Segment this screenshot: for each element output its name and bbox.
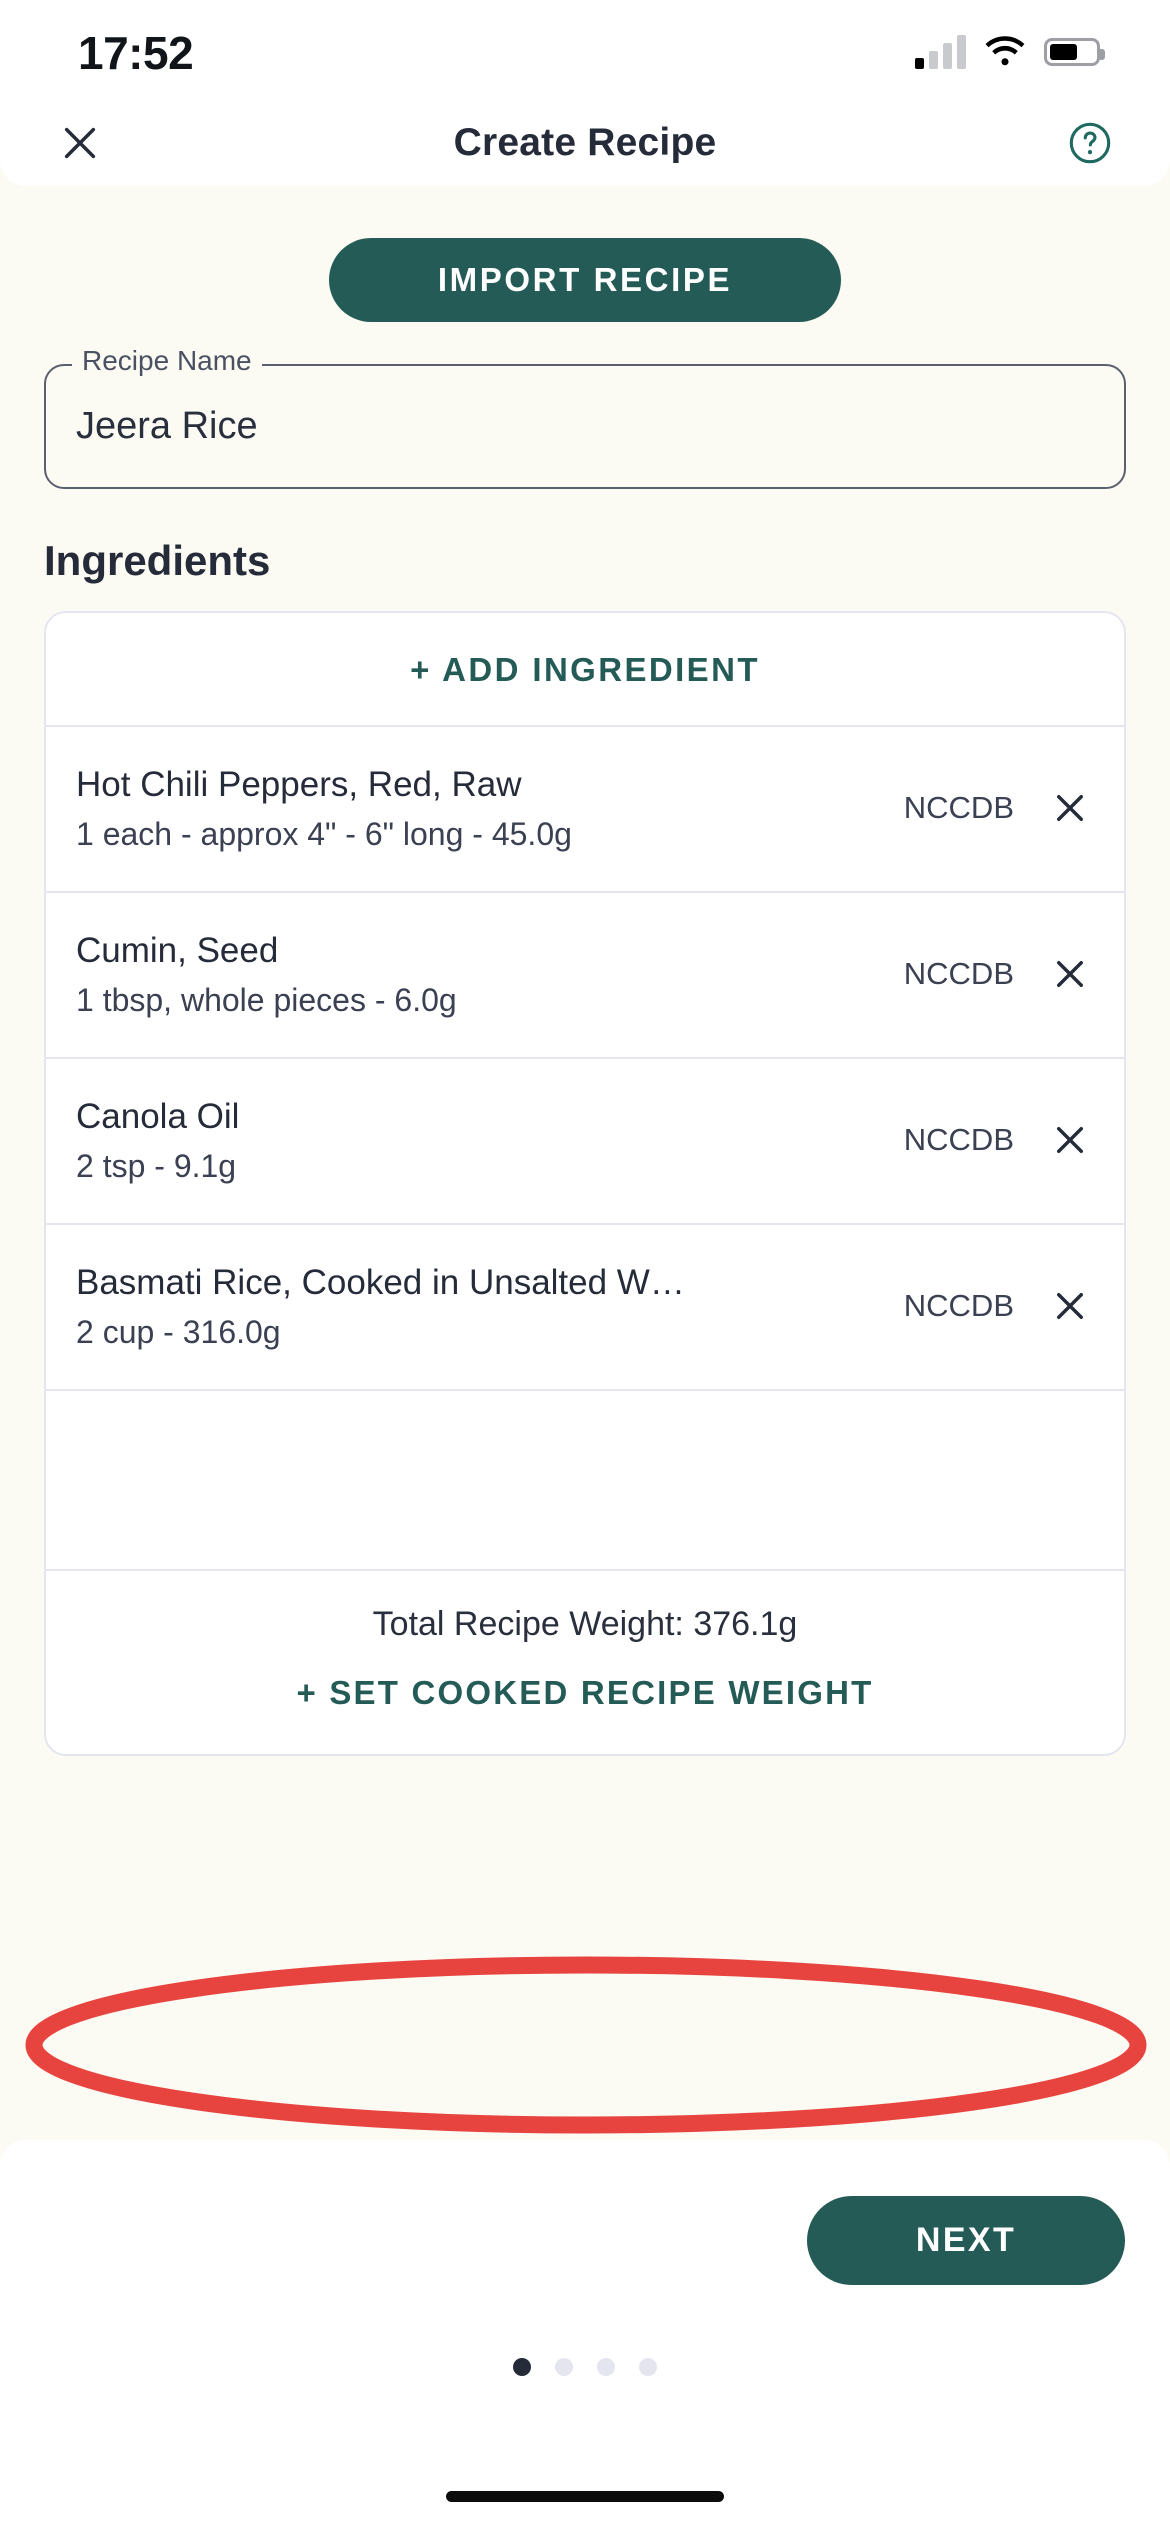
recipe-name-field[interactable]: Jeera Rice Recipe Name	[44, 345, 1126, 489]
status-bar: 17:52	[0, 0, 1170, 100]
remove-ingredient-button[interactable]	[1044, 1114, 1096, 1166]
ingredient-source: NCCDB	[903, 1288, 1014, 1323]
ingredient-detail: 2 cup - 316.0g	[76, 1313, 281, 1350]
ingredient-info: Canola Oil 2 tsp - 9.1g	[76, 1095, 904, 1185]
remove-ingredient-button[interactable]	[1044, 948, 1096, 1000]
ingredient-name: Canola Oil	[76, 1097, 240, 1137]
page-dot-4[interactable]	[639, 2358, 657, 2376]
close-icon	[1057, 1127, 1083, 1153]
page-title: Create Recipe	[453, 121, 717, 164]
home-indicator[interactable]	[446, 2491, 724, 2502]
ingredients-heading: Ingredients	[44, 537, 271, 584]
ingredient-info: Cumin, Seed 1 tbsp, whole pieces - 6.0g	[76, 929, 904, 1019]
next-button[interactable]: NEXT	[807, 2196, 1125, 2285]
battery-icon	[1044, 38, 1105, 66]
ingredient-info: Basmati Rice, Cooked in Unsalted W… 2 cu…	[76, 1261, 904, 1351]
close-button[interactable]	[48, 111, 112, 175]
ingredient-source: NCCDB	[903, 1122, 1014, 1157]
close-icon	[1057, 795, 1083, 821]
recipe-name-label: Recipe Name	[72, 345, 262, 377]
import-recipe-button[interactable]: IMPORT RECIPE	[329, 238, 841, 322]
recipe-name-input[interactable]: Jeera Rice	[44, 364, 1126, 489]
close-icon	[1057, 1293, 1083, 1319]
status-bar-indicators	[915, 35, 1105, 69]
app-bar: Create Recipe	[0, 100, 1170, 186]
help-button[interactable]	[1058, 111, 1122, 175]
total-recipe-weight: Total Recipe Weight: 376.1g	[46, 1571, 1124, 1644]
close-icon	[64, 127, 96, 159]
wifi-icon	[984, 36, 1026, 68]
cellular-signal-icon	[915, 35, 966, 69]
phone-screen: 17:52 Create Recipe IMPORT RECIPE Jeera …	[0, 0, 1170, 2532]
ingredients-empty-space	[46, 1391, 1124, 1571]
recipe-name-value: Jeera Rice	[76, 405, 258, 447]
ingredients-card: + ADD INGREDIENT Hot Chili Peppers, Red,…	[44, 611, 1126, 1756]
ingredient-info: Hot Chili Peppers, Red, Raw 1 each - app…	[76, 763, 904, 853]
ingredient-name: Basmati Rice, Cooked in Unsalted W…	[76, 1263, 685, 1303]
remove-ingredient-button[interactable]	[1044, 782, 1096, 834]
page-indicator	[0, 2358, 1170, 2376]
ingredient-name: Hot Chili Peppers, Red, Raw	[76, 765, 522, 805]
import-recipe-row: IMPORT RECIPE	[0, 238, 1170, 322]
ingredient-detail: 1 tbsp, whole pieces - 6.0g	[76, 981, 457, 1018]
status-bar-clock: 17:52	[78, 27, 194, 79]
ingredient-source: NCCDB	[903, 956, 1014, 991]
page-dot-3[interactable]	[597, 2358, 615, 2376]
bottom-bar: NEXT	[0, 2140, 1170, 2532]
ingredient-detail: 2 tsp - 9.1g	[76, 1147, 237, 1184]
table-row[interactable]: Canola Oil 2 tsp - 9.1g NCCDB	[46, 1059, 1124, 1225]
ingredient-source: NCCDB	[903, 790, 1014, 825]
table-row[interactable]: Cumin, Seed 1 tbsp, whole pieces - 6.0g …	[46, 893, 1124, 1059]
remove-ingredient-button[interactable]	[1044, 1280, 1096, 1332]
page-dot-2[interactable]	[555, 2358, 573, 2376]
page-dot-1[interactable]	[513, 2358, 531, 2376]
help-circle-icon	[1069, 122, 1111, 164]
ingredient-detail: 1 each - approx 4" - 6" long - 45.0g	[76, 815, 572, 852]
ingredient-name: Cumin, Seed	[76, 931, 279, 971]
set-cooked-recipe-weight-button[interactable]: + SET COOKED RECIPE WEIGHT	[46, 1644, 1124, 1754]
add-ingredient-button[interactable]: + ADD INGREDIENT	[46, 613, 1124, 727]
table-row[interactable]: Hot Chili Peppers, Red, Raw 1 each - app…	[46, 727, 1124, 893]
close-icon	[1057, 961, 1083, 987]
table-row[interactable]: Basmati Rice, Cooked in Unsalted W… 2 cu…	[46, 1225, 1124, 1391]
